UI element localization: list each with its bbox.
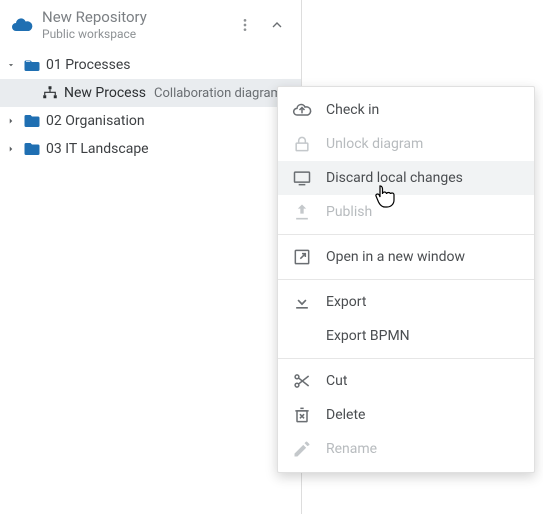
tree-item-label: 03 IT Landscape [46,141,149,157]
scissors-icon [292,371,312,391]
tree-item-01-processes[interactable]: 01 Processes [0,51,301,79]
pencil-icon [292,439,312,459]
tree-item-type: Collaboration diagram . [154,86,289,101]
tree-item-label: 02 Organisation [46,113,145,129]
menu-rename: Rename [278,432,534,466]
menu-label: Unlock diagram [326,136,423,152]
menu-label: Publish [326,204,372,220]
delete-icon [292,405,312,425]
caret-right-icon [4,116,18,126]
menu-label: Discard local changes [326,170,463,186]
repo-header: New Repository Public workspace [0,0,301,47]
menu-cut[interactable]: Cut [278,364,534,398]
external-link-icon [292,247,312,267]
menu-label: Rename [326,441,377,457]
menu-check-in[interactable]: Check in [278,93,534,127]
collapse-button[interactable] [263,11,291,39]
menu-label: Open in a new window [326,249,465,265]
menu-label: Check in [326,102,379,118]
menu-separator [278,358,534,359]
tree-item-label: New Process [64,85,146,101]
menu-separator [278,234,534,235]
menu-publish: Publish [278,195,534,229]
upload-icon [292,202,312,222]
lock-icon [292,134,312,154]
menu-unlock-diagram: Unlock diagram [278,127,534,161]
repo-title: New Repository [42,8,223,26]
diagram-icon [40,84,60,102]
caret-down-icon [4,60,18,70]
cloud-upload-icon [292,100,312,120]
menu-open-new-window[interactable]: Open in a new window [278,240,534,274]
menu-label: Export [326,294,366,310]
download-icon [292,292,312,312]
menu-delete[interactable]: Delete [278,398,534,432]
menu-discard-local-changes[interactable]: Discard local changes [278,161,534,195]
menu-export-bpmn[interactable]: Export BPMN [278,319,534,353]
context-menu: Check in Unlock diagram Discard local ch… [277,86,535,473]
tree: 01 Processes New Process Collaboration d… [0,47,301,163]
menu-separator [278,279,534,280]
menu-label: Cut [326,373,347,389]
menu-export[interactable]: Export [278,285,534,319]
repo-title-block: New Repository Public workspace [42,8,223,41]
menu-label: Delete [326,407,365,423]
folder-open-icon [22,56,42,74]
repo-subtitle: Public workspace [42,27,223,41]
more-button[interactable] [231,11,259,39]
folder-icon [22,112,42,130]
menu-label: Export BPMN [326,328,410,344]
sidebar: New Repository Public workspace 01 Proce… [0,0,302,514]
caret-right-icon [4,144,18,154]
tree-item-new-process[interactable]: New Process Collaboration diagram . [0,79,301,107]
tree-item-02-organisation[interactable]: 02 Organisation [0,107,301,135]
tree-item-label: 01 Processes [46,57,131,73]
folder-icon [22,140,42,158]
cloud-icon [10,13,34,37]
screen-icon [292,168,312,188]
tree-item-03-it-landscape[interactable]: 03 IT Landscape [0,135,301,163]
